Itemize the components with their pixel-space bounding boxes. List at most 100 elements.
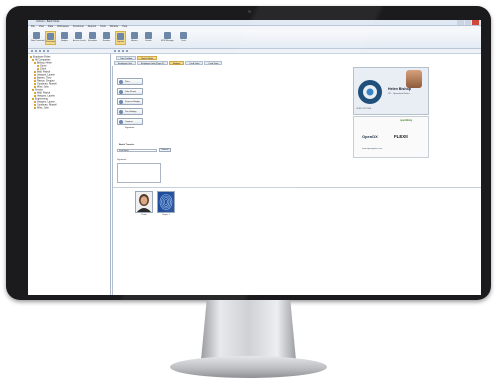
- badge-photo: [406, 70, 422, 88]
- print-badge-icon: [119, 110, 123, 114]
- ribbon-button[interactable]: Events: [143, 31, 154, 45]
- tab-toolbar[interactable]: Tabs Toolbar: [116, 56, 137, 60]
- badge-icon: [61, 32, 68, 39]
- printer-icon: [119, 80, 123, 84]
- ribbon-button[interactable]: Access Levels: [73, 31, 86, 45]
- window-controls: [457, 20, 480, 25]
- ribbon-button[interactable]: Readers: [101, 31, 112, 45]
- print-icon[interactable]: [47, 50, 49, 52]
- tab-employee-info-2[interactable]: Employee Info (Page 2): [136, 61, 168, 65]
- person-photo-icon: [136, 192, 152, 212]
- process-badge-button[interactable]: Process Badge: [117, 98, 143, 105]
- minimize-button[interactable]: [457, 20, 464, 25]
- camera-icon: [119, 90, 123, 94]
- badge-name: Helen Bishop: [388, 87, 411, 91]
- badge-panel: Print Take Photo Process Badge Print Bad…: [112, 66, 481, 295]
- photo-image: [135, 191, 153, 213]
- take-photo-button[interactable]: Take Photo: [117, 88, 143, 95]
- batch-field[interactable]: Print Batch: [117, 149, 157, 152]
- personnel-tree: Employee Roles All Companies Bishop, Hel…: [28, 54, 111, 295]
- ribbon-button[interactable]: Tools: [178, 31, 189, 45]
- button-label: Capture Signature: [125, 121, 135, 129]
- monitor-stand-base: [170, 356, 327, 378]
- layout-icon: [117, 33, 124, 40]
- ribbon-button[interactable]: Layouts: [115, 31, 126, 45]
- window-title: UniCom - Batch Mode: [36, 20, 60, 23]
- key-icon: [75, 32, 82, 39]
- button-label: Process Badge: [125, 101, 140, 103]
- reader-icon: [103, 32, 110, 39]
- ribbon-button[interactable]: New Personnel: [31, 31, 45, 45]
- maximize-button[interactable]: [464, 20, 472, 25]
- top-tab-strip: Tabs Toolbar Batch Mode: [116, 56, 158, 60]
- print-button[interactable]: Print: [117, 78, 143, 85]
- close-button[interactable]: [472, 20, 480, 25]
- badge-role: VP - Operations/Sales: [388, 93, 410, 95]
- fingerprint-icon: [158, 192, 174, 212]
- badge-company: OPEN OPTIONS: [356, 108, 372, 110]
- brand-flex: FLEXII: [394, 134, 408, 139]
- camera-icon: [248, 10, 251, 13]
- badge-icon: [119, 100, 123, 104]
- ribbon-button[interactable]: EPM Manager: [159, 31, 176, 45]
- ribbon-label: Access Levels: [73, 40, 86, 42]
- app-screen: UniCom - Batch Mode File View Data Works…: [28, 20, 481, 295]
- person-icon: [47, 33, 54, 40]
- person-add-icon: [33, 32, 40, 39]
- manager-icon: [164, 32, 171, 39]
- ribbon-label: Readers: [102, 40, 111, 42]
- button-label: Take Photo: [125, 91, 136, 93]
- refresh-button[interactable]: Refresh: [159, 148, 171, 152]
- tab-card-data[interactable]: Card Data: [185, 61, 204, 65]
- monitor-bezel: UniCom - Batch Mode File View Data Works…: [6, 6, 491, 300]
- tab-batch-mode[interactable]: Batch Mode: [137, 56, 158, 60]
- thumbnail-caption: Photo: [141, 214, 147, 216]
- fingerprint-image: [157, 191, 175, 213]
- ribbon-button[interactable]: Schedules: [87, 31, 98, 45]
- ribbon-label: New Personnel: [31, 40, 45, 42]
- thumbnail-caption: Finger 1: [162, 214, 170, 216]
- ribbon-label: Alarms: [131, 40, 138, 42]
- badge-preview-back: openRelay OpenDX FLEXII www.openoptions.…: [353, 116, 429, 158]
- forward-icon[interactable]: [118, 50, 120, 52]
- alarm-icon: [131, 32, 138, 39]
- filter-icon[interactable]: [39, 50, 41, 52]
- ribbon-button[interactable]: Alarms: [129, 31, 140, 45]
- back-icon[interactable]: [114, 50, 116, 52]
- button-label: Print Badge: [125, 111, 137, 113]
- ribbon-label: Events: [145, 40, 152, 42]
- search-icon[interactable]: [35, 50, 37, 52]
- batch-transfer-label: Batch Transfer: [119, 144, 135, 146]
- ribbon-button[interactable]: Badges: [59, 31, 70, 45]
- delete-icon[interactable]: [126, 50, 128, 52]
- capture-signature-button[interactable]: Capture Signature: [117, 118, 143, 129]
- badge-website: www.openoptions.com: [362, 148, 383, 150]
- monitor-stand-neck: [201, 300, 296, 360]
- refresh-icon[interactable]: [31, 50, 33, 52]
- ribbon-label: Schedules: [87, 40, 98, 42]
- record-tab-strip: Employee Info Employee Info (Page 2) Bad…: [114, 61, 223, 65]
- print-badge-button[interactable]: Print Badge: [117, 108, 143, 115]
- ribbon-label: Personnel: [46, 41, 56, 43]
- ribbon-button[interactable]: Personnel: [45, 31, 56, 45]
- signature-label: Signature: [117, 159, 127, 161]
- ribbon-label: Layouts: [116, 41, 124, 43]
- tab-employee-info[interactable]: Employee Info: [114, 61, 136, 65]
- brand-opendx: OpenDX: [362, 134, 378, 139]
- pen-icon: [119, 120, 123, 124]
- company-logo-icon: [358, 80, 382, 104]
- sort-icon[interactable]: [43, 50, 45, 52]
- tab-card-data-2[interactable]: Card Data: [204, 61, 223, 65]
- ribbon-label: EPM Manager: [161, 40, 174, 42]
- button-label: Print: [125, 81, 130, 83]
- brand-openrelay: openRelay: [400, 119, 413, 122]
- divider: [113, 187, 481, 188]
- signature-box: [117, 163, 161, 183]
- tree-node[interactable]: Wise, John: [34, 107, 49, 110]
- badge-preview-front: Helen Bishop VP - Operations/Sales OPEN …: [353, 67, 429, 115]
- tab-badges[interactable]: Badges: [168, 61, 185, 65]
- tools-icon: [180, 32, 187, 39]
- ribbon-label: Badges: [61, 40, 68, 42]
- save-icon[interactable]: [122, 50, 124, 52]
- ribbon-toolbar: New Personnel Personnel Badges Access Le…: [28, 30, 481, 49]
